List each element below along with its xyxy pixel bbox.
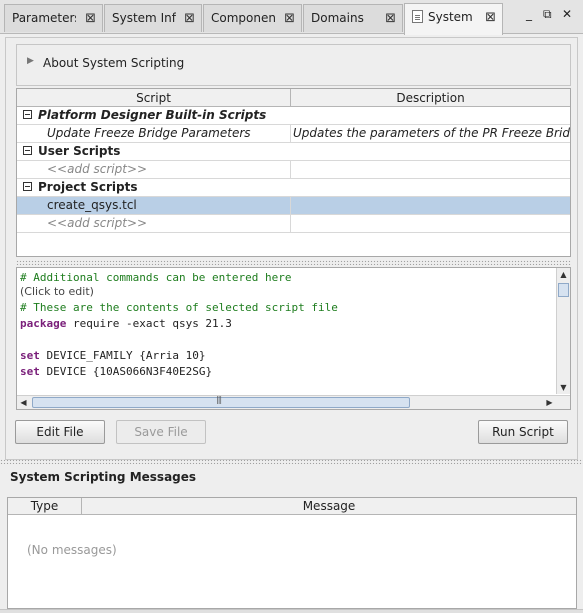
messages-table: Type Message (No messages) bbox=[7, 497, 577, 609]
code-keyword: set bbox=[20, 349, 40, 362]
tab-label: Parameters bbox=[12, 11, 76, 25]
group-title: Project Scripts bbox=[38, 180, 138, 194]
restore-icon[interactable]: ⧉ bbox=[543, 7, 552, 22]
code-text: DEVICE_FAMILY {Arria 10} bbox=[39, 349, 206, 362]
document-icon bbox=[412, 10, 423, 23]
horizontal-scrollbar[interactable]: ◀ ▶ bbox=[17, 395, 570, 409]
table-row-selected[interactable]: create_qsys.tcl bbox=[17, 197, 570, 215]
scroll-up-icon[interactable]: ▲ bbox=[557, 268, 570, 281]
add-script-row-user[interactable]: <<add script>> bbox=[17, 161, 570, 179]
empty-cell bbox=[291, 215, 570, 232]
script-table-header: Script Description bbox=[17, 89, 570, 107]
script-table: Script Description Platform Designer Bui… bbox=[16, 88, 571, 257]
tab-system[interactable]: System ⊠ bbox=[404, 3, 503, 35]
column-header-message[interactable]: Message bbox=[82, 498, 576, 515]
close-icon[interactable]: ⊠ bbox=[85, 5, 96, 32]
code-line: set DEVICE {10AS066N3F40E2SG} bbox=[20, 364, 338, 380]
close-window-icon[interactable]: ✕ bbox=[562, 7, 572, 21]
tab-label: Domains bbox=[311, 11, 364, 25]
close-icon[interactable]: ⊠ bbox=[284, 5, 295, 32]
code-line: set DEVICE_FAMILY {Arria 10} bbox=[20, 348, 338, 364]
scroll-thumb[interactable] bbox=[558, 283, 569, 297]
tab-parameters[interactable]: Parameters ⊠ bbox=[4, 4, 103, 32]
scroll-down-icon[interactable]: ▼ bbox=[557, 381, 570, 394]
click-to-edit-hint[interactable]: (Click to edit) bbox=[20, 284, 338, 300]
messages-title: System Scripting Messages bbox=[10, 470, 197, 484]
code-comment: # These are the contents of selected scr… bbox=[20, 301, 338, 314]
column-header-description[interactable]: Description bbox=[291, 89, 570, 107]
group-label: User Scripts bbox=[23, 143, 120, 160]
messages-panel: System Scripting Messages Type Message (… bbox=[4, 465, 578, 609]
column-header-type[interactable]: Type bbox=[8, 498, 82, 515]
tab-label: System Info bbox=[112, 11, 176, 25]
system-scripting-panel: ▶ About System Scripting Script Descript… bbox=[5, 37, 578, 460]
code-text: require -exact qsys 21.3 bbox=[66, 317, 232, 330]
code-line: package require -exact qsys 21.3 bbox=[20, 316, 338, 332]
group-row-project[interactable]: Project Scripts bbox=[17, 179, 570, 197]
tab-label: System bbox=[428, 10, 473, 24]
script-name: Update Freeze Bridge Parameters bbox=[17, 125, 291, 142]
no-messages-text: (No messages) bbox=[27, 543, 117, 557]
tab-bar: Parameters ⊠ System Info ⊠ Components ⊠ … bbox=[0, 0, 583, 35]
about-section[interactable]: ▶ About System Scripting bbox=[16, 44, 571, 86]
tab-components[interactable]: Components ⊠ bbox=[203, 4, 302, 32]
script-description bbox=[291, 197, 570, 214]
group-title: User Scripts bbox=[38, 144, 121, 158]
code-keyword: set bbox=[20, 365, 40, 378]
collapse-icon[interactable] bbox=[23, 182, 32, 191]
minimize-icon[interactable]: _ bbox=[526, 7, 532, 21]
edit-file-button[interactable]: Edit File bbox=[15, 420, 105, 444]
column-header-script[interactable]: Script bbox=[17, 89, 291, 107]
code-content[interactable]: # Additional commands can be entered her… bbox=[20, 270, 338, 380]
window-bottom-edge bbox=[0, 609, 583, 613]
group-row-builtin[interactable]: Platform Designer Built-in Scripts bbox=[17, 107, 570, 125]
collapse-icon[interactable] bbox=[23, 110, 32, 119]
collapse-icon[interactable] bbox=[23, 146, 32, 155]
empty-cell bbox=[291, 161, 570, 178]
code-keyword: package bbox=[20, 317, 67, 330]
vertical-scrollbar[interactable]: ▲ ▼ bbox=[556, 268, 570, 394]
close-icon[interactable]: ⊠ bbox=[184, 5, 195, 32]
add-script-placeholder[interactable]: <<add script>> bbox=[17, 215, 291, 232]
scroll-right-icon[interactable]: ▶ bbox=[543, 396, 556, 409]
panel-divider[interactable] bbox=[0, 459, 583, 464]
tab-label: Components bbox=[211, 11, 275, 25]
script-description: Updates the parameters of the PR Freeze … bbox=[293, 126, 570, 140]
group-title: Platform Designer Built-in Scripts bbox=[38, 108, 267, 122]
close-icon[interactable]: ⊠ bbox=[485, 4, 496, 31]
splitter-handle[interactable] bbox=[16, 260, 571, 265]
tab-domains[interactable]: Domains ⊠ bbox=[303, 4, 403, 32]
code-text: DEVICE {10AS066N3F40E2SG} bbox=[39, 365, 213, 378]
script-name: create_qsys.tcl bbox=[17, 197, 291, 214]
script-editor[interactable]: # Additional commands can be entered her… bbox=[16, 267, 571, 410]
scroll-thumb[interactable] bbox=[32, 395, 410, 408]
add-script-placeholder[interactable]: <<add script>> bbox=[17, 161, 291, 178]
save-file-button[interactable]: Save File bbox=[116, 420, 206, 444]
expand-arrow-icon[interactable]: ▶ bbox=[27, 56, 34, 66]
messages-table-header: Type Message bbox=[8, 498, 576, 515]
add-script-row-project[interactable]: <<add script>> bbox=[17, 215, 570, 233]
scroll-left-icon[interactable]: ◀ bbox=[17, 396, 30, 409]
close-icon[interactable]: ⊠ bbox=[385, 5, 396, 32]
table-row[interactable]: Update Freeze Bridge Parameters Updates … bbox=[17, 125, 570, 143]
run-script-button[interactable]: Run Script bbox=[478, 420, 568, 444]
about-label: About System Scripting bbox=[43, 56, 185, 70]
group-label: Project Scripts bbox=[23, 179, 138, 196]
group-label: Platform Designer Built-in Scripts bbox=[23, 107, 266, 124]
group-row-user[interactable]: User Scripts bbox=[17, 143, 570, 161]
tab-system-info[interactable]: System Info ⊠ bbox=[104, 4, 202, 32]
